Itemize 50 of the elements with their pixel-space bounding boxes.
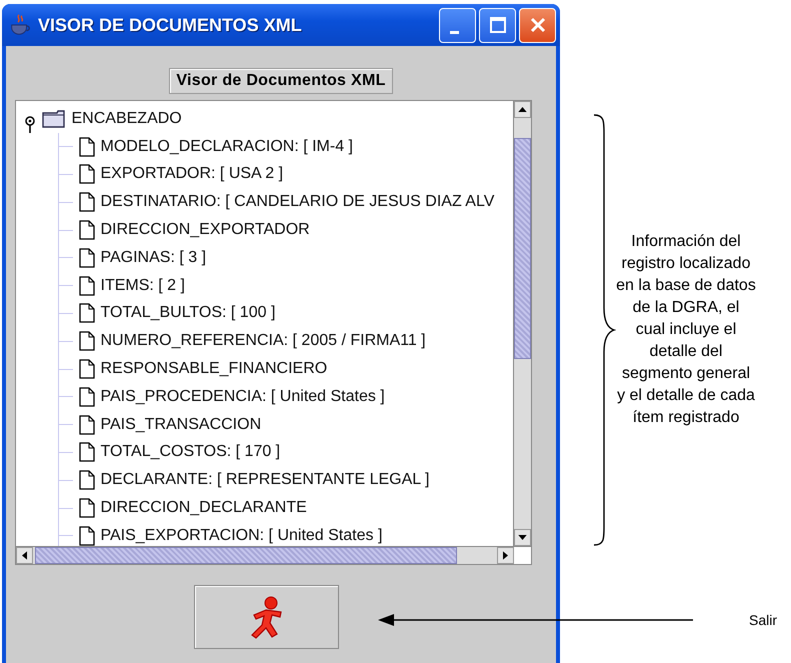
window-title: VISOR DE DOCUMENTOS XML [38, 14, 303, 36]
left-arrow-icon[interactable] [22, 551, 26, 560]
tree-item[interactable]: PAIS_TRANSACCION [100, 416, 262, 434]
annotation-text: Salir [749, 612, 778, 628]
minimize-icon [450, 30, 459, 34]
vertical-scrollbar[interactable] [512, 101, 530, 546]
right-arrow-icon[interactable] [502, 551, 508, 560]
exit-button[interactable] [194, 585, 338, 649]
document-icon [78, 498, 94, 518]
tree-item[interactable]: DIRECCION_EXPORTADOR [100, 221, 310, 240]
document-icon [78, 359, 94, 380]
document-icon [78, 414, 94, 435]
tree-item[interactable]: MODELO_DECLARACION: [ IM-4 ] [100, 138, 353, 156]
tree-item[interactable]: DECLARANTE: [ REPRESENTANTE LEGAL ] [100, 471, 430, 490]
up-arrow-icon[interactable] [518, 107, 526, 112]
horizontal-scrollbar[interactable] [16, 546, 530, 564]
document-icon [78, 220, 94, 240]
document-icon [78, 303, 94, 324]
document-icon [78, 164, 94, 184]
document-icon [78, 442, 94, 462]
maximize-button[interactable] [479, 8, 516, 42]
down-arrow-icon[interactable] [518, 535, 526, 540]
tree-item[interactable]: TOTAL_COSTOS: [ 170 ] [100, 443, 280, 462]
coffee-cup-icon [8, 13, 32, 37]
document-icon [78, 192, 94, 212]
tree-item[interactable]: DIRECCION_DECLARANTE [100, 499, 307, 518]
document-icon [78, 331, 94, 352]
document-icon [78, 470, 94, 490]
document-icon [78, 248, 94, 268]
tree-item[interactable]: RESPONSABLE_FINANCIERO [100, 360, 328, 378]
tree-item[interactable]: TOTAL_BULTOS: [ 100 ] [100, 304, 276, 322]
tree-item[interactable]: PAIS_EXPORTACION: [ United States ] [100, 526, 382, 545]
tree-item[interactable]: ENCABEZADO [72, 110, 182, 128]
annotation-text: Información del registro localizado en la base de datos de la DGRA, el cual incluye el detalle del segmento general y el detalle de cada ítem registrado [616, 232, 756, 428]
close-button[interactable] [519, 8, 556, 42]
viewer-heading: Visor de Documentos XML [169, 68, 393, 94]
tree-item[interactable]: PAGINAS: [ 3 ] [100, 248, 206, 267]
maximize-icon [488, 15, 508, 35]
document-icon [78, 276, 94, 296]
document-icon [78, 136, 94, 157]
tree-item[interactable]: DESTINATARIO: [ CANDELARIO DE JESUS DIAZ ALV [100, 193, 494, 212]
tree-item[interactable]: EXPORTADOR: [ USA 2 ] [100, 165, 284, 184]
document-icon [78, 386, 94, 407]
tree-item[interactable]: PAIS_PROCEDENCIA: [ United States ] [100, 388, 385, 406]
minimize-button[interactable] [439, 8, 476, 42]
tree-expander-icon[interactable] [24, 114, 36, 134]
folder-icon [42, 110, 66, 128]
document-icon [78, 526, 94, 546]
tree-item[interactable]: NUMERO_REFERENCIA: [ 2005 / FIRMA11 ] [100, 332, 426, 350]
tree-item[interactable]: ITEMS: [ 2 ] [100, 276, 185, 295]
